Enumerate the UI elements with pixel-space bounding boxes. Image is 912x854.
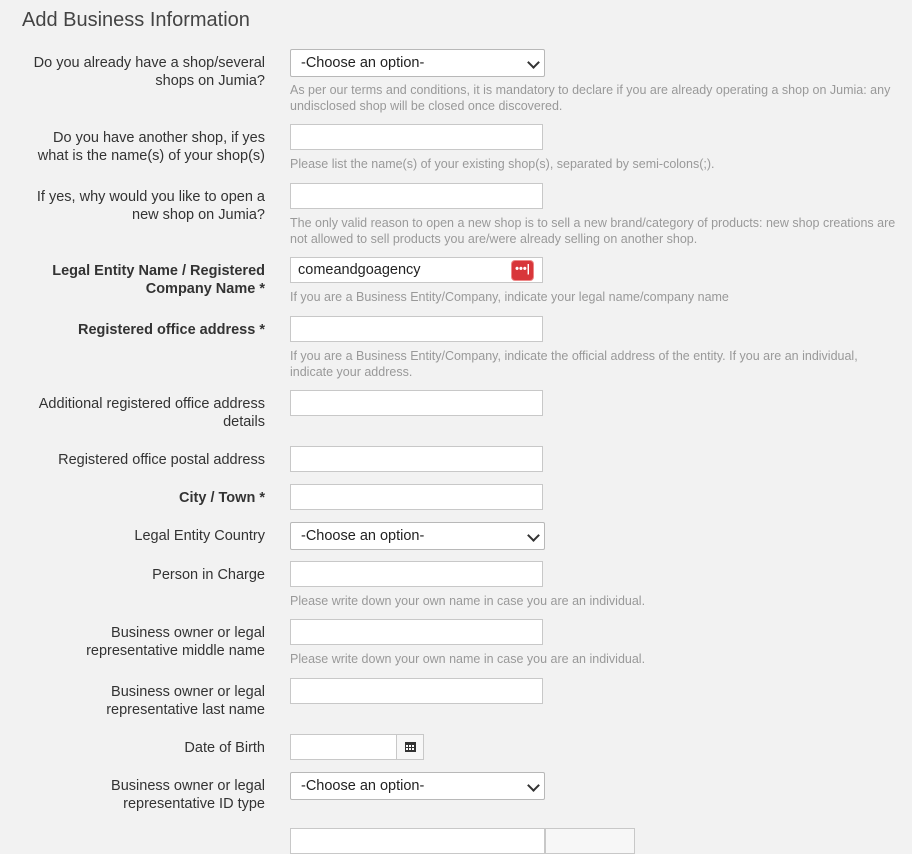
registered-office-address-input[interactable] — [290, 316, 543, 342]
owner-last-name-label: Business owner or legal representative l… — [106, 684, 265, 718]
legal-entity-name-value: comeandgoagency — [298, 262, 421, 278]
date-of-birth-label: Date of Birth — [184, 740, 265, 756]
person-in-charge-input[interactable] — [290, 561, 543, 587]
legal-entity-country-select-value: -Choose an option- — [301, 528, 425, 544]
legal-entity-country-label: Legal Entity Country — [134, 528, 265, 544]
calendar-button[interactable] — [396, 734, 424, 760]
chevron-down-icon — [527, 529, 540, 542]
legal-entity-name-input[interactable]: comeandgoagency •••| — [290, 257, 543, 283]
page-title: Add Business Information — [22, 9, 250, 31]
owner-id-type-select-value: -Choose an option- — [301, 778, 425, 794]
new-shop-reason-input[interactable] — [290, 183, 543, 209]
registered-office-address-help: If you are a Business Entity/Company, in… — [290, 349, 858, 379]
other-shop-name-label: Do you have another shop, if yes what is… — [37, 130, 265, 164]
additional-address-input[interactable] — [290, 390, 543, 416]
existing-shop-help: As per our terms and conditions, it is m… — [290, 83, 891, 113]
legal-entity-country-select[interactable]: -Choose an option- — [290, 522, 545, 550]
person-in-charge-help: Please write down your own name in case … — [290, 594, 646, 608]
registered-office-address-label: Registered office address * — [78, 322, 265, 338]
date-of-birth-input[interactable] — [290, 734, 397, 760]
postal-address-label: Registered office postal address — [58, 452, 265, 468]
password-manager-icon[interactable]: •••| — [512, 261, 533, 280]
required-marker: * — [259, 322, 265, 338]
owner-id-type-select[interactable]: -Choose an option- — [290, 772, 545, 800]
owner-last-name-input[interactable] — [290, 678, 543, 704]
person-in-charge-label: Person in Charge — [152, 567, 265, 583]
required-marker: * — [259, 490, 265, 506]
required-marker: * — [259, 281, 265, 297]
chevron-down-icon — [527, 779, 540, 792]
owner-middle-name-label: Business owner or legal representative m… — [86, 625, 265, 659]
additional-address-label: Additional registered office address det… — [38, 396, 265, 430]
owner-middle-name-input[interactable] — [290, 619, 543, 645]
new-shop-reason-help: The only valid reason to open a new shop… — [290, 216, 896, 246]
postal-address-input[interactable] — [290, 446, 543, 472]
chevron-down-icon — [527, 56, 540, 69]
owner-id-type-label: Business owner or legal representative I… — [111, 778, 265, 812]
owner-middle-name-help: Please write down your own name in case … — [290, 652, 646, 666]
city-label: City / Town * — [179, 490, 265, 506]
legal-entity-name-help: If you are a Business Entity/Company, in… — [290, 290, 729, 304]
next-field-button[interactable] — [545, 828, 635, 854]
new-shop-reason-label: If yes, why would you like to open a new… — [36, 189, 265, 223]
existing-shop-label: Do you already have a shop/several shops… — [33, 55, 265, 89]
existing-shop-select-value: -Choose an option- — [301, 55, 425, 71]
other-shop-name-help: Please list the name(s) of your existing… — [290, 157, 715, 171]
other-shop-name-input[interactable] — [290, 124, 543, 150]
existing-shop-select[interactable]: -Choose an option- — [290, 49, 545, 77]
city-input[interactable] — [290, 484, 543, 510]
legal-entity-name-label: Legal Entity Name / Registered Company N… — [52, 263, 265, 297]
next-field-input[interactable] — [290, 828, 545, 854]
calendar-icon — [405, 742, 416, 752]
